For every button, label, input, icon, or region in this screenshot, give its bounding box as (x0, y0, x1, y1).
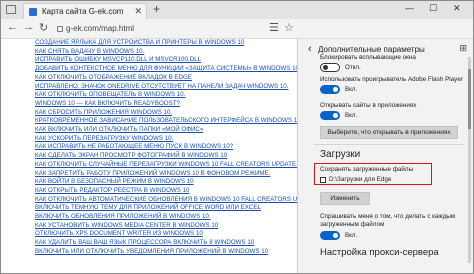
tab-close-icon[interactable]: ✕ (134, 4, 142, 19)
block-popups-label: Блокировать всплывающие окна (320, 54, 416, 61)
sitemap-link[interactable]: WINDOWS 10 — КАК ВКЛЮЧИТЬ READYBOOST? (35, 100, 297, 109)
downloads-path: D:\Загрузки для Edge (329, 176, 392, 183)
navigation-bar: ← → ↻ g-ek.com/map.html ☰ ☆ (1, 19, 473, 39)
sitemap-link[interactable]: ИСПРАВЛЕНО: ЗНАЧОК ONEDRIVE ОТСУТСТВУЕТ … (35, 83, 297, 92)
downloads-path-checkbox[interactable] (320, 177, 326, 183)
sitemap-link[interactable]: КАК ОТКРЫТЬ РЕДАКТОР РЕЕСТРА В WINDOWS 1… (35, 187, 297, 196)
downloads-title: Загрузки (320, 149, 361, 160)
flash-player-toggle[interactable] (320, 85, 340, 94)
toggle-knob (333, 233, 338, 238)
proxy-settings-title: Настройка прокси-сервера (320, 247, 439, 258)
sitemap-link[interactable]: КАК ИСПРАВИТЬ НЕ РАБОТАЮЩЕЕ МЕНЮ ПУСК В … (35, 143, 297, 152)
divider (314, 144, 464, 145)
browser-window: Карта сайта G-ek.com ✕ + — ☐ ✕ ← → ↻ g-e… (0, 0, 474, 274)
sitemap-link[interactable]: КАК ОТКЛЮЧИТЬ СЛУЧАЙНЫЕ ПЕРЕЗАГРУЗКИ WIN… (35, 161, 297, 170)
panel-back-icon[interactable]: ‹ (308, 43, 312, 55)
sitemap-link[interactable]: ОТКЛЮЧИТЬ XPS DOCUMENT WRITER ИЗ WINDOWS… (35, 230, 297, 239)
ask-each-download-toggle[interactable] (320, 231, 340, 240)
panel-title: Дополнительные параметры (318, 45, 425, 54)
change-folder-button[interactable]: Изменить (320, 192, 370, 205)
refresh-icon[interactable]: ↻ (39, 21, 48, 34)
address-bar[interactable]: g-ek.com/map.html (57, 22, 237, 35)
ask-each-download-state: Вкл. (345, 232, 358, 239)
sitemap-link[interactable]: КАК ОТКЛЮЧИТЬ ОТОБРАЖЕНИЕ ВКЛАДОК В EDGE (35, 74, 297, 83)
sitemap-link[interactable]: ВКЛЮЧИТЬ ТЕМНУЮ ТЕМУ ДЛЯ ПРИЛОЖЕНИЙ OFFI… (35, 204, 297, 213)
sitemap-link[interactable]: СОЗДАНИЕ ЯРЛЫКА ДЛЯ УСТРОЙСТВА И ПРИНТЕР… (35, 39, 297, 48)
toggle-knob (323, 65, 328, 70)
toggle-knob (333, 87, 338, 92)
sitemap-link[interactable]: КАК УСТАНОВИТЬ WINDOWS MEDIA CENTER В WI… (35, 222, 297, 231)
forward-icon[interactable]: → (23, 21, 34, 33)
pin-icon[interactable]: ⊞ (459, 43, 467, 54)
maximize-icon[interactable]: ☐ (429, 3, 437, 14)
choose-apps-button[interactable]: Выберите, что открывать в приложениях (320, 126, 458, 139)
tab-bar: Карта сайта G-ek.com ✕ + — ☐ ✕ (1, 1, 473, 19)
toggle-knob (333, 113, 338, 118)
flash-player-label: Использовать проигрыватель Adobe Flash P… (320, 76, 463, 83)
back-icon[interactable]: ← (7, 21, 18, 33)
reading-view-icon[interactable]: ☰ (269, 21, 279, 34)
advanced-settings-panel: ‹ Дополнительные параметры ⊞ Блокировать… (297, 39, 473, 273)
block-popups-toggle[interactable] (320, 63, 340, 72)
sitemap-link[interactable]: КАК УДАЛИТЬ ВАШ ВАШ ЯЗЫК ПРОЦЕССОРА ВКЛЮ… (35, 239, 297, 248)
tab-title: Карта сайта G-ek.com (42, 7, 124, 16)
sitemap-link[interactable]: КАК ОТКЛЮЧИТЬ ОПОВЕЩАТЕЛЬ В WINDOWS 10. (35, 91, 297, 100)
sitemap-link[interactable]: ИСПРАВИТЬ ОШИБКУ MSVCP110.DLL И MSVCR100… (35, 56, 297, 65)
sitemap-link[interactable]: КАК ВКЛЮЧИТЬ ИЛИ ОТКЛЮЧИТЬ ПАПКИ «МОЙ ОФ… (35, 126, 297, 135)
address-text: g-ek.com/map.html (66, 24, 135, 33)
sitemap-link[interactable]: ДОБАВИТЬ КОНТЕКСТНОЕ МЕНЮ ДЛЯ ФУНКЦИИ «З… (35, 65, 297, 74)
sitemap-link-list: СОЗДАНИЕ ЯРЛЫКА ДЛЯ УСТРОЙСТВА И ПРИНТЕР… (35, 39, 297, 257)
open-sites-state: Вкл. (345, 112, 358, 119)
ask-each-download-label: Спрашивать меня о том, что делать с кажд… (320, 213, 456, 228)
block-popups-state: Откл. (345, 64, 361, 71)
sitemap-link[interactable]: КАК СДЕЛАТЬ ЭКРАН ПРОСМОТР ФОТОГРАФИЙ В … (35, 152, 297, 161)
open-sites-label: Открывать сайты в приложениях (320, 102, 417, 109)
window-close-icon[interactable]: ✕ (453, 3, 461, 14)
sitemap-link[interactable]: КАК ВОЙТИ В БЕЗОПАСНЫЙ РЕЖИМ В WINDOWS 1… (35, 178, 297, 187)
tab-preview-icon[interactable] (6, 5, 16, 14)
lock-icon (57, 26, 63, 32)
sitemap-link[interactable]: ВКЛЮЧИТЬ ОБНОВЛЕНИЯ ПРИЛОЖЕНИЙ В WINDOWS… (35, 213, 297, 222)
favicon-icon (29, 8, 37, 16)
scrollbar-thumb[interactable] (468, 69, 471, 129)
page-content: СОЗДАНИЕ ЯРЛЫКА ДЛЯ УСТРОЙСТВА И ПРИНТЕР… (1, 39, 297, 273)
minimize-icon[interactable]: — (405, 3, 414, 13)
sitemap-link[interactable]: КРАТКОВРЕМЕННОЕ ЗАВИСАНИЕ ПОЛЬЗОВАТЕЛЬСК… (35, 117, 297, 126)
panel-header: ‹ Дополнительные параметры (308, 43, 425, 55)
save-downloads-label: Сохранять загруженные файлы (320, 166, 414, 173)
tab-active[interactable]: Карта сайта G-ek.com ✕ (23, 3, 147, 19)
sitemap-link[interactable]: КАК ЗАПРЕТИТЬ РАБОТУ ПРИЛОЖЕНИЙ WINDOWS … (35, 170, 297, 179)
sitemap-link[interactable]: КАК СНЯТЬ ВАДАЧУ В WINDOWS 10. (35, 48, 297, 57)
sitemap-link[interactable]: КАК УСКОРИТЬ ПЕРЕЗАГРУЗКУ WINDOWS 10. (35, 135, 297, 144)
flash-player-state: Вкл. (345, 86, 358, 93)
sitemap-link[interactable]: ВКЛЮЧИТЬ ИЛИ ОТКЛЮЧИТЬ УВЕДОМЛЕНИЯ ПРИЛО… (35, 248, 297, 257)
new-tab-icon[interactable]: + (153, 2, 160, 16)
open-sites-toggle[interactable] (320, 111, 340, 120)
favorite-star-icon[interactable]: ☆ (284, 21, 294, 34)
